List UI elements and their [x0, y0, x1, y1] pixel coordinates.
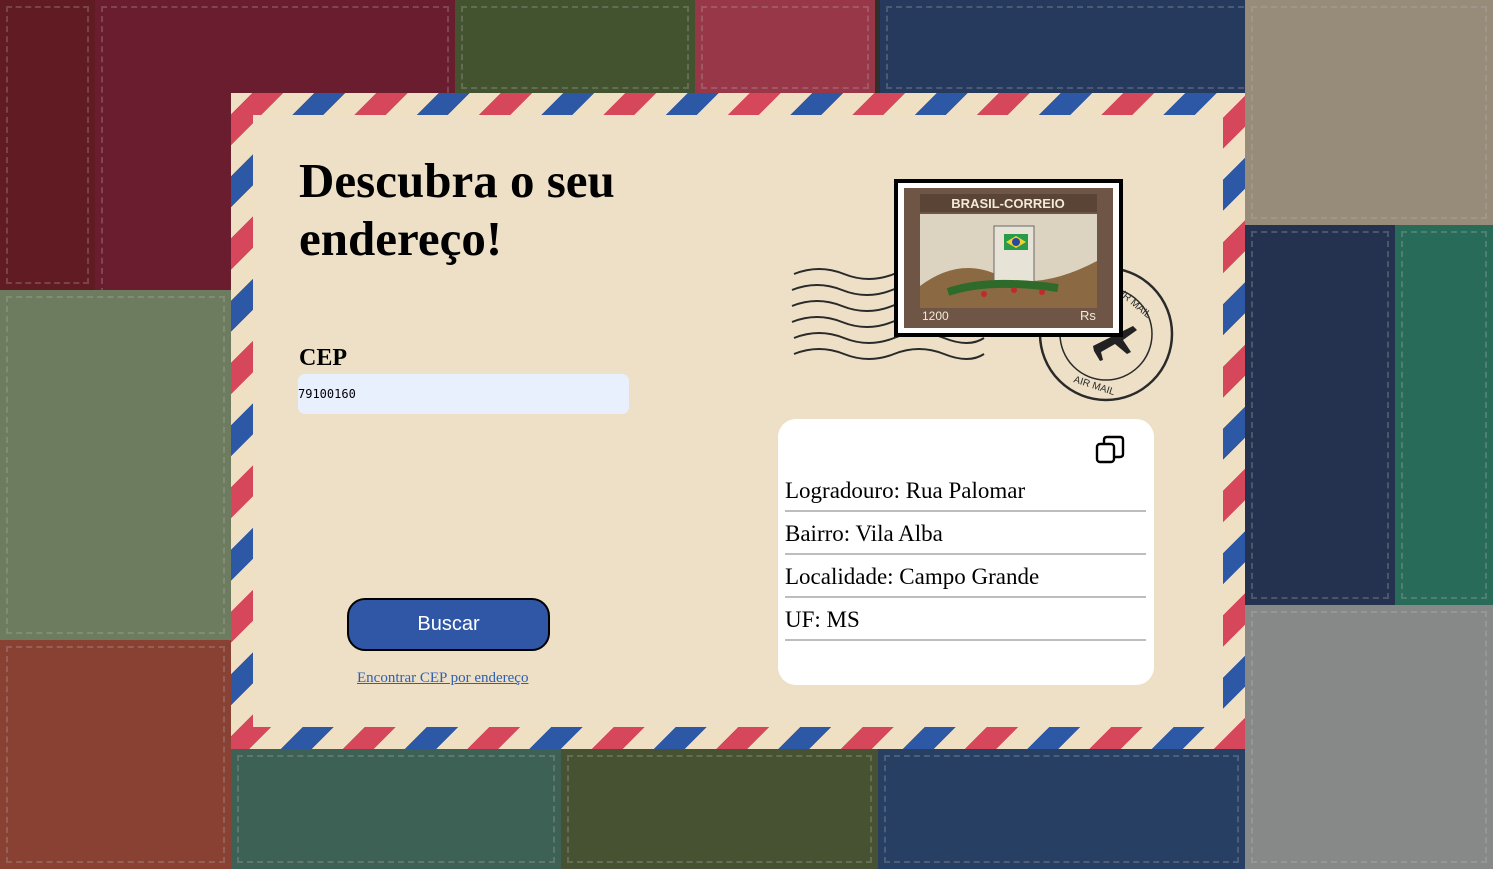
stamp-value-left: 1200: [922, 309, 949, 323]
state-field: UF: MS: [785, 605, 1146, 641]
search-button[interactable]: Buscar: [347, 598, 550, 651]
find-cep-by-address-link[interactable]: Encontrar CEP por endereço: [357, 670, 528, 687]
stamp-header-text: BRASIL-CORREIO: [951, 196, 1064, 211]
page-title: Descubra o seu endereço!: [299, 153, 615, 266]
street-field: Logradouro: Rua Palomar: [785, 476, 1146, 512]
neighborhood-field: Bairro: Vila Alba: [785, 519, 1146, 555]
postage-stamp-image: AIR MAIL AIR MAIL BRASIL-CORREIO 1200 Rs: [791, 179, 1174, 402]
copy-icon[interactable]: [1094, 434, 1126, 466]
city-field: Localidade: Campo Grande: [785, 562, 1146, 598]
cep-input[interactable]: [298, 374, 629, 414]
cep-label: CEP: [299, 345, 347, 371]
stamp-value-right: Rs: [1080, 308, 1096, 323]
